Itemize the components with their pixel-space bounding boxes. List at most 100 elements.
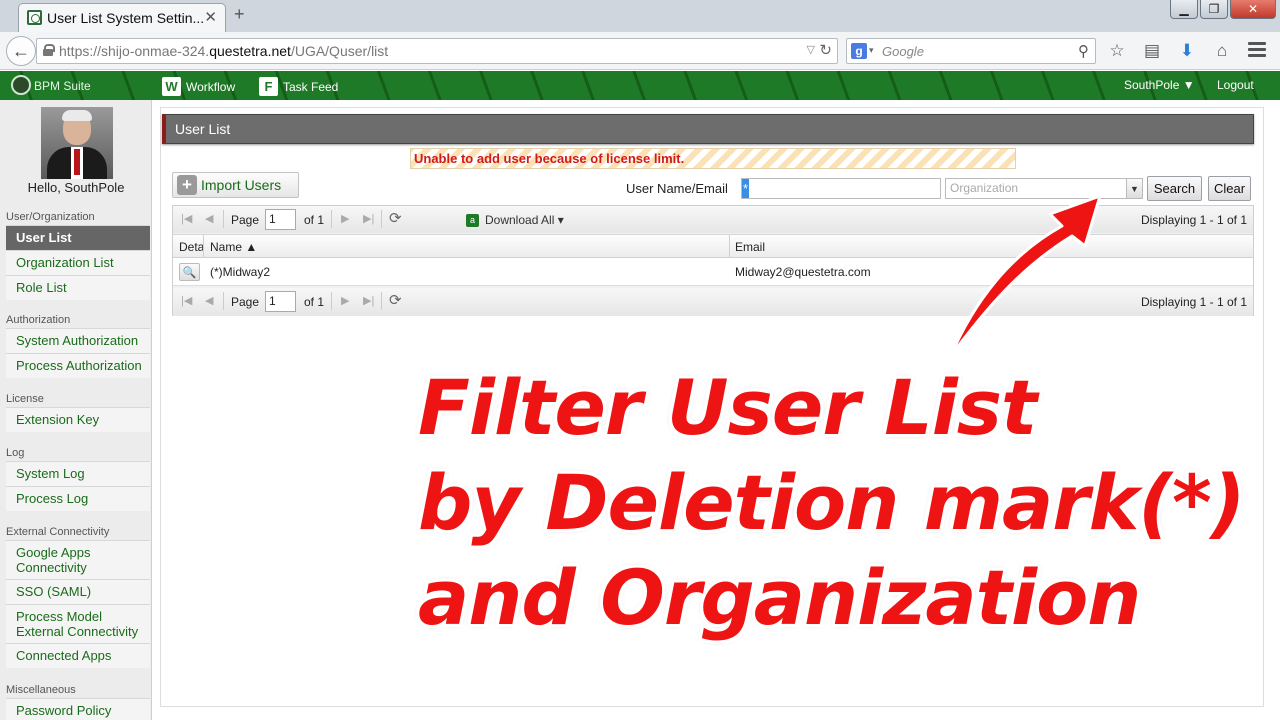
search-icon[interactable]: ⚲ (1078, 42, 1089, 60)
sidebar: Hello, SouthPole User/Organization User … (0, 100, 152, 720)
column-name[interactable]: Name ▲ (210, 240, 257, 254)
logo-text: BPM Suite (34, 79, 91, 93)
workflow-label: Workflow (186, 79, 236, 94)
sidebar-item-connected-apps[interactable]: Connected Apps (6, 643, 150, 668)
sidebar-item-sso-saml[interactable]: SSO (SAML) (6, 579, 150, 604)
next-page-icon[interactable]: ▶ (341, 294, 349, 307)
sidebar-item-process-authorization[interactable]: Process Authorization (6, 353, 150, 378)
browser-nav-bar: ← https://shijo-onmae-324.questetra.net/… (0, 32, 1280, 70)
url-text: https://shijo-onmae-324.questetra.net/UG… (59, 43, 389, 59)
prev-page-icon[interactable]: ◀ (205, 212, 213, 225)
sidebar-item-process-log[interactable]: Process Log (6, 486, 150, 511)
detail-magnifier-icon[interactable]: 🔍 (179, 263, 200, 281)
license-warning: Unable to add user because of license li… (410, 148, 1016, 169)
new-tab-icon[interactable]: + (234, 4, 245, 25)
excel-icon: a (466, 213, 479, 227)
table-row[interactable]: 🔍 (*)Midway2 Midway2@questetra.com (173, 258, 1253, 286)
plus-icon: + (177, 175, 197, 195)
search-placeholder: Google (882, 44, 924, 59)
sidebar-item-organization-list[interactable]: Organization List (6, 250, 150, 275)
reload-icon[interactable]: ↻ (819, 41, 832, 59)
browser-search-bar[interactable]: g ▾ Google ⚲ (846, 38, 1096, 64)
refresh-icon[interactable]: ⟳ (389, 291, 402, 309)
page-title: User List (162, 114, 1254, 144)
section-title: Miscellaneous (6, 684, 76, 696)
page-input[interactable]: 1 (265, 291, 296, 312)
sidebar-item-system-log[interactable]: System Log (6, 461, 150, 486)
import-users-button[interactable]: + Import Users (172, 172, 299, 198)
first-page-icon[interactable]: |◀ (181, 212, 192, 225)
workflow-link[interactable]: W Workflow (162, 77, 235, 96)
first-page-icon[interactable]: |◀ (181, 294, 192, 307)
grid-header: Detail Name ▲ Email (173, 234, 1253, 258)
sidebar-item-extension-key[interactable]: Extension Key (6, 407, 150, 432)
home-icon[interactable]: ⌂ (1211, 40, 1233, 62)
minimize-icon[interactable]: ▁ (1170, 0, 1198, 19)
last-page-icon[interactable]: ▶| (363, 294, 374, 307)
tab-title: User List System Settin... (47, 10, 205, 26)
next-page-icon[interactable]: ▶ (341, 212, 349, 225)
caption-line-3: and Organization (418, 553, 1141, 642)
row-email: Midway2@questetra.com (735, 265, 871, 279)
section-title: License (6, 393, 44, 405)
chevron-down-icon[interactable]: ▼ (1126, 179, 1142, 198)
search-button[interactable]: Search (1147, 176, 1202, 201)
engine-dropdown-icon[interactable]: ▾ (869, 45, 874, 56)
url-bar[interactable]: https://shijo-onmae-324.questetra.net/UG… (36, 38, 838, 64)
sidebar-section-external: External Connectivity Google Apps Connec… (0, 525, 150, 668)
search-label: User Name/Email (626, 181, 728, 196)
import-users-label: Import Users (201, 177, 282, 193)
page-label: Page (231, 213, 260, 227)
section-title: User/Organization (6, 211, 95, 223)
sidebar-section-license: License Extension Key (0, 392, 150, 432)
questetra-favicon-icon (27, 10, 42, 25)
workflow-icon: W (162, 77, 181, 96)
sidebar-section-authorization: Authorization System Authorization Proce… (0, 313, 150, 378)
page-count: of 1 (304, 295, 325, 309)
column-detail: Detail (179, 240, 203, 254)
logout-link[interactable]: Logout (1217, 78, 1254, 92)
hamburger-menu-icon[interactable] (1248, 42, 1266, 58)
browser-tab[interactable]: User List System Settin... ✕ (18, 3, 226, 32)
sidebar-item-google-apps[interactable]: Google Apps Connectivity (6, 540, 150, 579)
user-grid: |◀ ◀ Page 1 of 1 ▶ ▶| ⟳ a Download All ▾ … (172, 205, 1254, 316)
top-pager: |◀ ◀ Page 1 of 1 ▶ ▶| ⟳ a Download All ▾ … (173, 206, 1253, 233)
prev-page-icon[interactable]: ◀ (205, 294, 213, 307)
last-page-icon[interactable]: ▶| (363, 212, 374, 225)
window-controls: ▁ ❐ ✕ (1170, 0, 1276, 20)
back-arrow-icon[interactable]: ← (6, 36, 36, 66)
taskfeed-link[interactable]: F Task Feed (259, 77, 338, 96)
sidebar-item-process-model-external[interactable]: Process Model External Connectivity (6, 604, 150, 643)
taskfeed-label: Task Feed (283, 79, 339, 94)
row-name: (*)Midway2 (210, 265, 271, 279)
column-email[interactable]: Email (735, 240, 765, 254)
download-all-button[interactable]: a Download All ▾ (466, 213, 564, 227)
sidebar-item-role-list[interactable]: Role List (6, 275, 150, 300)
maximize-icon[interactable]: ❐ (1200, 0, 1228, 19)
lock-icon (43, 44, 55, 56)
displaying-count: Displaying 1 - 1 of 1 (1140, 213, 1247, 227)
sidebar-item-password-policy[interactable]: Password Policy (6, 698, 150, 720)
name-email-input[interactable]: * (741, 178, 941, 199)
page: User List System Settin... ✕ + ▁ ❐ ✕ ← h… (0, 0, 1280, 720)
browser-toolbar-icons: ☆ ▤ ⬇ ⌂ (1106, 40, 1233, 62)
sidebar-item-system-authorization[interactable]: System Authorization (6, 328, 150, 353)
sidebar-item-user-list[interactable]: User List (6, 225, 150, 250)
user-menu[interactable]: SouthPole ▼ (1124, 78, 1195, 92)
name-input-value: * (742, 179, 750, 198)
refresh-icon[interactable]: ⟳ (389, 209, 402, 227)
window-close-icon[interactable]: ✕ (1230, 0, 1276, 19)
caption-line-2: by Deletion mark(*) (418, 458, 1245, 547)
page-input[interactable]: 1 (265, 209, 296, 230)
close-tab-icon[interactable]: ✕ (204, 8, 217, 26)
organization-select[interactable]: Organization ▼ (945, 178, 1143, 199)
bookmark-star-icon[interactable]: ☆ (1106, 40, 1128, 62)
reading-list-icon[interactable]: ▤ (1141, 40, 1163, 62)
avatar[interactable] (41, 107, 113, 179)
clear-button[interactable]: Clear (1208, 176, 1251, 201)
download-icon[interactable]: ⬇ (1176, 40, 1198, 62)
bottom-pager: |◀ ◀ Page 1 of 1 ▶ ▶| ⟳ Displaying 1 - 1… (173, 288, 1253, 316)
url-dropdown-icon[interactable]: ▽ (807, 43, 815, 56)
section-title: External Connectivity (6, 526, 110, 538)
bpm-logo-icon[interactable] (11, 75, 31, 95)
